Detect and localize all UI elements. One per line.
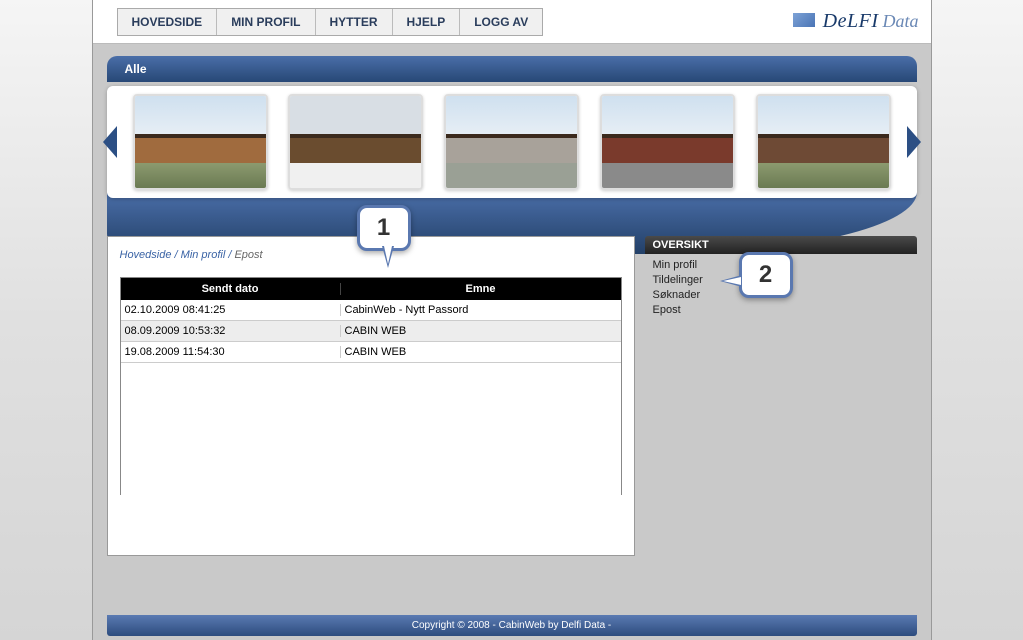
nav-hytter[interactable]: HYTTER	[316, 9, 393, 35]
logo-text-2: Data	[883, 11, 919, 32]
cabin-thumb[interactable]	[288, 94, 423, 190]
cabin-thumb[interactable]	[756, 94, 891, 190]
page-wrap: HOVEDSIDE MIN PROFIL HYTTER HJELP LOGG A…	[92, 0, 932, 640]
col-header-sent[interactable]: Sendt dato	[121, 283, 341, 295]
category-label: Alle	[125, 62, 147, 76]
breadcrumb-current: Epost	[234, 249, 262, 261]
cell-date: 02.10.2009 08:41:25	[121, 304, 341, 316]
table-row[interactable]: 02.10.2009 08:41:25 CabinWeb - Nytt Pass…	[121, 300, 621, 321]
cell-subject: CabinWeb - Nytt Passord	[341, 304, 621, 316]
email-table: Sendt dato Emne 02.10.2009 08:41:25 Cabi…	[120, 277, 622, 495]
annotation-callout-2: 2	[739, 252, 793, 298]
nav-hjelp[interactable]: HJELP	[393, 9, 461, 35]
footer: Copyright © 2008 - CabinWeb by Delfi Dat…	[107, 615, 917, 636]
col-header-subject[interactable]: Emne	[341, 283, 621, 295]
cabin-thumb[interactable]	[133, 94, 268, 190]
logo: DeLFI Data	[793, 10, 925, 33]
cell-date: 19.08.2009 11:54:30	[121, 346, 341, 358]
nav-hovedside[interactable]: HOVEDSIDE	[118, 9, 218, 35]
category-bar: Alle	[107, 56, 917, 82]
topbar: HOVEDSIDE MIN PROFIL HYTTER HJELP LOGG A…	[93, 0, 931, 44]
table-body[interactable]: 02.10.2009 08:41:25 CabinWeb - Nytt Pass…	[121, 300, 621, 496]
callout-tail-icon	[382, 246, 394, 268]
carousel-prev-icon[interactable]	[103, 126, 117, 158]
cabin-carousel	[107, 86, 917, 198]
carousel-next-icon[interactable]	[907, 126, 921, 158]
breadcrumb-home[interactable]: Hovedside	[120, 249, 172, 261]
table-row[interactable]: 08.09.2009 10:53:32 CABIN WEB	[121, 321, 621, 342]
cell-subject: CABIN WEB	[341, 325, 621, 337]
logo-mark-icon	[793, 13, 815, 27]
sidebar-item-epost[interactable]: Epost	[653, 303, 909, 318]
breadcrumb-profile[interactable]: Min profil	[181, 249, 226, 261]
table-header: Sendt dato Emne	[121, 278, 621, 300]
logo-text-1: DeLFI	[823, 10, 879, 33]
bluebar-wrap: Alle	[93, 56, 931, 86]
cell-subject: CABIN WEB	[341, 346, 621, 358]
callout-number: 1	[377, 214, 390, 242]
content-area: Hovedside / Min profil / Epost Sendt dat…	[107, 236, 917, 556]
cell-date: 08.09.2009 10:53:32	[121, 325, 341, 337]
cabin-thumb[interactable]	[444, 94, 579, 190]
table-row[interactable]: 19.08.2009 11:54:30 CABIN WEB	[121, 342, 621, 363]
nav-logg-av[interactable]: LOGG AV	[460, 9, 542, 35]
nav-min-profil[interactable]: MIN PROFIL	[217, 9, 315, 35]
main-nav: HOVEDSIDE MIN PROFIL HYTTER HJELP LOGG A…	[117, 8, 544, 36]
footer-text: Copyright © 2008 - CabinWeb by Delfi Dat…	[412, 620, 612, 631]
cabin-thumb[interactable]	[600, 94, 735, 190]
email-panel: Hovedside / Min profil / Epost Sendt dat…	[107, 236, 635, 556]
callout-tail-icon	[720, 275, 742, 287]
annotation-callout-1: 1	[357, 205, 411, 251]
callout-number: 2	[759, 261, 772, 289]
